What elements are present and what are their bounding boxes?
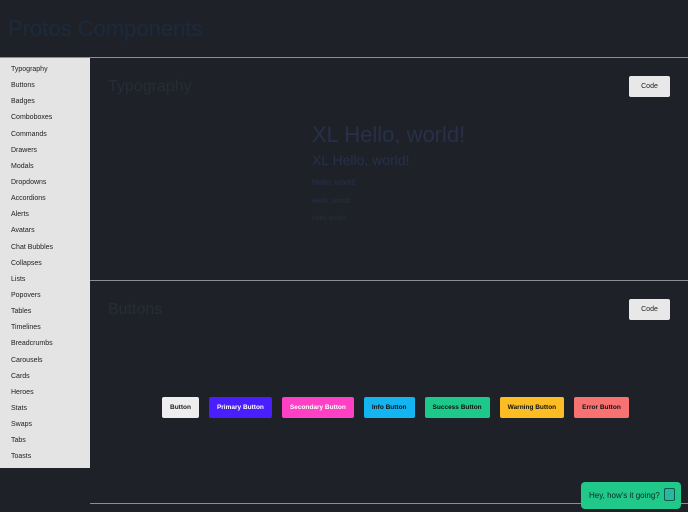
chat-toast[interactable]: Hey, how's it going? xyxy=(581,482,681,509)
sidebar-item-swaps[interactable]: Swaps xyxy=(0,417,90,433)
sidebar-item-typography[interactable]: Typography xyxy=(0,62,90,78)
sidebar-item-chat-bubbles[interactable]: Chat Bubbles xyxy=(0,240,90,256)
sidebar-item-tables[interactable]: Tables xyxy=(0,304,90,320)
success-button[interactable]: Success Button xyxy=(424,397,490,418)
info-button[interactable]: Info Button xyxy=(363,397,415,418)
typo-sm: Hello, world! xyxy=(312,198,351,205)
typo-lg: XL Hello, world! xyxy=(312,152,410,168)
typo-md: Hello, world! xyxy=(312,178,357,187)
sidebar-item-drawers[interactable]: Drawers xyxy=(0,143,90,159)
sidebar-item-cards[interactable]: Cards xyxy=(0,369,90,385)
sidebar-item-alerts[interactable]: Alerts xyxy=(0,207,90,223)
sidebar-item-toasts[interactable]: Toasts xyxy=(0,449,90,465)
error-button[interactable]: Error Button xyxy=(574,397,629,418)
code-button[interactable]: Code xyxy=(629,299,670,320)
chat-icon[interactable] xyxy=(664,488,675,501)
secondary-button[interactable]: Secondary Button xyxy=(281,397,354,418)
typo-xs: Hello, world! xyxy=(312,216,346,222)
sidebar-item-timelines[interactable]: Timelines xyxy=(0,320,90,336)
buttons-section: Buttons Code Button Primary Button Secon… xyxy=(90,281,688,504)
sidebar-item-tabs[interactable]: Tabs xyxy=(0,433,90,449)
sidebar-item-comboboxes[interactable]: Comboboxes xyxy=(0,110,90,126)
warning-button[interactable]: Warning Button xyxy=(499,397,565,418)
sidebar-item-dropdowns[interactable]: Dropdowns xyxy=(0,175,90,191)
typo-xl: XL Hello, world! xyxy=(312,122,466,147)
sidebar-item-lists[interactable]: Lists xyxy=(0,272,90,288)
sidebar-item-avatars[interactable]: Avatars xyxy=(0,223,90,239)
sidebar-item-modals[interactable]: Modals xyxy=(0,159,90,175)
sidebar-item-stats[interactable]: Stats xyxy=(0,401,90,417)
sidebar-item-breadcrumbs[interactable]: Breadcrumbs xyxy=(0,336,90,352)
sidebar-item-commands[interactable]: Commands xyxy=(0,127,90,143)
sidebar-item-carousels[interactable]: Carousels xyxy=(0,353,90,369)
sidebar-item-collapses[interactable]: Collapses xyxy=(0,256,90,272)
section-title: Buttons xyxy=(108,301,163,318)
toast-text: Hey, how's it going? xyxy=(589,491,660,500)
sidebar-item-accordions[interactable]: Accordions xyxy=(0,191,90,207)
section-title: Typography xyxy=(108,78,192,95)
typography-section: Typography Code XL Hello, world! XL Hell… xyxy=(90,58,688,281)
sidebar: Typography Buttons Badges Comboboxes Command… xyxy=(0,58,90,468)
page-title: Protos Components xyxy=(8,16,203,41)
code-button[interactable]: Code xyxy=(629,76,670,97)
default-button[interactable]: Button xyxy=(162,397,199,418)
sidebar-item-heroes[interactable]: Heroes xyxy=(0,385,90,401)
sidebar-item-popovers[interactable]: Popovers xyxy=(0,288,90,304)
primary-button[interactable]: Primary Button xyxy=(208,397,272,418)
sidebar-item-buttons[interactable]: Buttons xyxy=(0,78,90,94)
sidebar-item-badges[interactable]: Badges xyxy=(0,94,90,110)
